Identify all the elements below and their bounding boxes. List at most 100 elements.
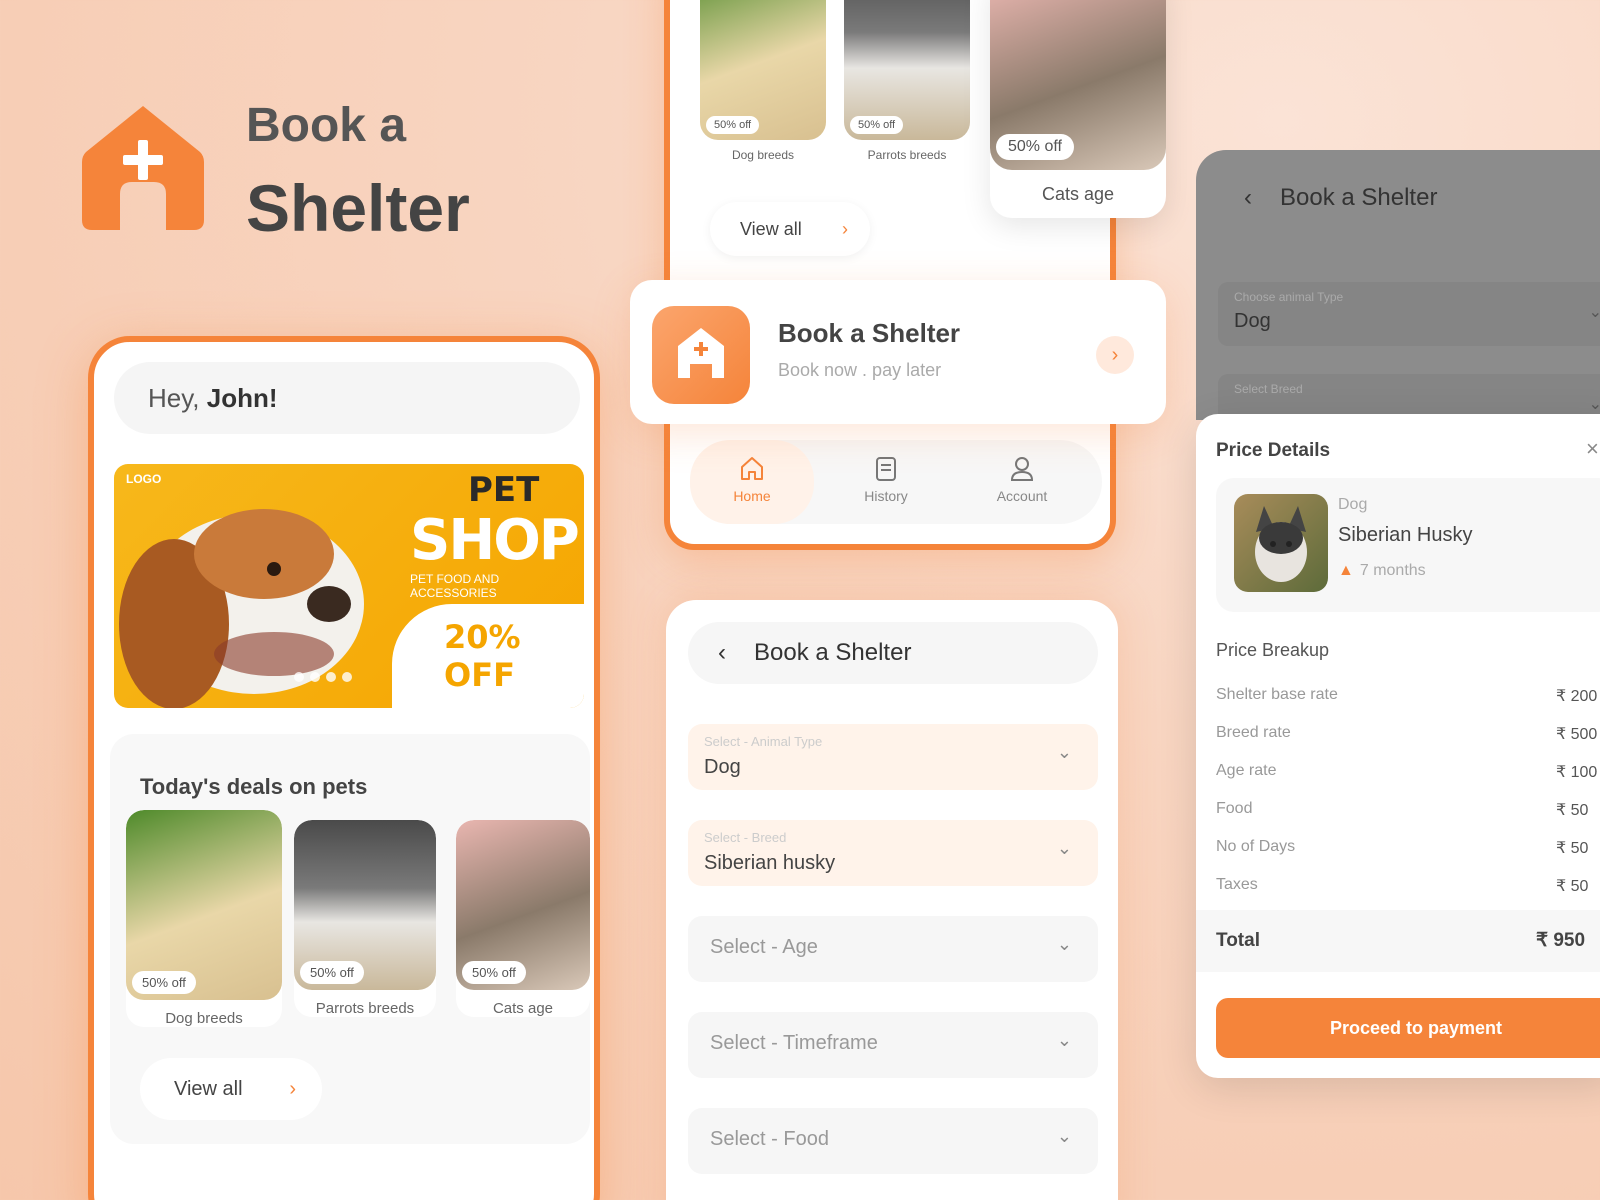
breakup-label: Breed rate bbox=[1216, 724, 1291, 741]
chevron-down-icon: ⌄ bbox=[1588, 396, 1600, 413]
total-label: Total bbox=[1216, 930, 1260, 951]
deal-card-parrot[interactable]: 50% off Parrots breeds bbox=[294, 820, 436, 1017]
shelter-card-title: Book a Shelter bbox=[778, 318, 961, 348]
chevron-right-icon: › bbox=[842, 219, 848, 239]
breakup-amount: ₹ 50 bbox=[1556, 878, 1589, 895]
deal-badge: 50% off bbox=[850, 116, 904, 134]
view-all-button[interactable]: View all › bbox=[140, 1058, 322, 1120]
view-all-label: View all bbox=[174, 1078, 243, 1100]
back-arrow-icon[interactable]: ‹ bbox=[1244, 184, 1252, 212]
deal-label: Parrots breeds bbox=[867, 148, 947, 162]
bottom-tab-bar: Home History Account bbox=[690, 440, 1102, 524]
deals-section: Today's deals on pets 50% off Dog breeds… bbox=[110, 734, 590, 1144]
house-icon bbox=[678, 328, 724, 378]
age-select[interactable]: Select - Age ⌄ bbox=[688, 916, 1098, 982]
deal-card-parrot[interactable]: 50% off Parrots breeds bbox=[844, 0, 970, 162]
tab-account[interactable]: Account bbox=[960, 440, 1084, 524]
close-icon[interactable]: × bbox=[1586, 436, 1599, 462]
breakup-row: Food ₹ 50 bbox=[1216, 800, 1600, 819]
banner-pet-text: PET bbox=[468, 470, 540, 510]
brand-title-line1: Book a bbox=[246, 99, 407, 152]
book-shelter-card[interactable]: Book a Shelter Book now . pay later › bbox=[630, 280, 1166, 424]
price-details-sheet: Price Details × Dog Siberian Husky ▲ 7 mo… bbox=[1196, 414, 1600, 1078]
breakup-row: Breed rate ₹ 500 bbox=[1216, 724, 1600, 743]
puppy-image: 50% off bbox=[700, 0, 826, 140]
breakup-row: Shelter base rate ₹ 200 bbox=[1216, 686, 1600, 705]
banner-subtitle: PET FOOD AND ACCESSORIES bbox=[410, 572, 500, 600]
field-placeholder: Select - Timeframe bbox=[710, 1032, 878, 1054]
parrot-image: 50% off bbox=[294, 820, 436, 990]
deal-label: Cats age bbox=[1041, 184, 1115, 204]
tab-history[interactable]: History bbox=[824, 440, 948, 524]
breakup-amount: ₹ 50 bbox=[1556, 840, 1589, 857]
deal-card-dog[interactable]: 50% off Dog breeds bbox=[700, 0, 826, 162]
field-value: Dog bbox=[1234, 310, 1271, 332]
deal-card-cat[interactable]: 50% off Cats age bbox=[456, 820, 590, 1017]
food-select[interactable]: Select - Food ⌄ bbox=[688, 1108, 1098, 1174]
price-breakup-title: Price Breakup bbox=[1216, 640, 1330, 660]
animal-type-select[interactable]: Choose animal Type Dog ⌄ bbox=[1218, 282, 1600, 346]
field-value: Dog bbox=[704, 756, 741, 778]
animal-type-select[interactable]: Select - Animal Type Dog ⌄ bbox=[688, 724, 1098, 790]
chevron-down-icon: ⌄ bbox=[1056, 742, 1072, 762]
home-icon bbox=[741, 457, 763, 480]
form-title: Book a Shelter bbox=[754, 639, 912, 666]
back-arrow-icon[interactable]: ‹ bbox=[718, 622, 726, 684]
tab-label: History bbox=[864, 488, 908, 504]
breakup-label: No of Days bbox=[1216, 838, 1296, 855]
greeting-bar: Hey, John! bbox=[114, 362, 580, 434]
chevron-down-icon: ⌄ bbox=[1056, 1030, 1072, 1050]
deal-label: Cats age bbox=[492, 1000, 554, 1017]
deal-badge: 50% off bbox=[706, 116, 760, 134]
pet-age: ▲ 7 months bbox=[1338, 562, 1426, 580]
total-row: Total ₹ 950 bbox=[1196, 910, 1600, 972]
tab-label: Home bbox=[733, 488, 771, 504]
history-icon bbox=[876, 457, 896, 481]
deal-card-dog[interactable]: 50% off Dog breeds bbox=[126, 810, 282, 1027]
timeframe-select[interactable]: Select - Timeframe ⌄ bbox=[688, 1012, 1098, 1078]
greeting-name: John! bbox=[206, 383, 278, 413]
field-label: Choose animal Type bbox=[1234, 290, 1344, 304]
pet-shop-banner[interactable]: LOGO PET SHOP PET FOOD AND ACCESSORIES 2… bbox=[114, 464, 584, 708]
banner-discount: 20% OFF bbox=[444, 618, 521, 694]
chevron-down-icon: ⌄ bbox=[1056, 1126, 1072, 1146]
deal-label: Dog breeds bbox=[731, 148, 795, 162]
kitten-image: 50% off bbox=[990, 0, 1166, 170]
field-label: Select - Animal Type bbox=[704, 734, 823, 749]
tab-home[interactable]: Home bbox=[690, 440, 814, 524]
cake-icon: ▲ bbox=[1338, 562, 1354, 579]
deal-card-cat-floating[interactable]: 50% off Cats age bbox=[990, 0, 1166, 218]
greeting-prefix: Hey, bbox=[148, 383, 207, 413]
breakup-label: Taxes bbox=[1216, 876, 1258, 893]
home-screen-phone: Hey, John! LOGO PET SHOP PET FOOD AND AC… bbox=[88, 336, 600, 1200]
field-label: Select Breed bbox=[1234, 382, 1303, 396]
chevron-down-icon: ⌄ bbox=[1056, 934, 1072, 954]
proceed-to-payment-button[interactable]: Proceed to payment bbox=[1216, 998, 1600, 1058]
pet-summary-card: Dog Siberian Husky ▲ 7 months bbox=[1216, 478, 1600, 612]
chevron-down-icon: ⌄ bbox=[1588, 304, 1600, 321]
breakup-amount: ₹ 100 bbox=[1556, 764, 1598, 781]
breakup-label: Age rate bbox=[1216, 762, 1277, 779]
tab-label: Account bbox=[996, 488, 1048, 504]
brand-title-line2: Shelter bbox=[246, 171, 470, 245]
field-value: Siberian husky bbox=[704, 852, 836, 874]
chevron-right-icon[interactable]: › bbox=[1096, 336, 1134, 374]
form-header: ‹ Book a Shelter bbox=[688, 622, 1098, 684]
chevron-down-icon: ⌄ bbox=[1056, 838, 1072, 858]
breakup-amount: ₹ 500 bbox=[1556, 726, 1598, 743]
deals-title: Today's deals on pets bbox=[140, 774, 368, 799]
chevron-right-icon: › bbox=[289, 1078, 296, 1100]
deal-label: Dog breeds bbox=[165, 1010, 243, 1027]
pet-type: Dog bbox=[1338, 496, 1368, 513]
view-all-button[interactable]: View all › bbox=[710, 202, 870, 256]
field-label: Select - Breed bbox=[704, 830, 787, 845]
field-placeholder: Select - Food bbox=[710, 1128, 829, 1150]
deal-badge: 50% off bbox=[132, 971, 196, 994]
breed-select[interactable]: Select - Breed Siberian husky ⌄ bbox=[688, 820, 1098, 886]
deal-badge: 50% off bbox=[996, 134, 1074, 160]
breakup-amount: ₹ 50 bbox=[1556, 802, 1589, 819]
house-logo-icon bbox=[82, 106, 204, 230]
view-all-label: View all bbox=[740, 219, 802, 239]
breakup-label: Shelter base rate bbox=[1216, 686, 1338, 703]
husky-image bbox=[1234, 494, 1328, 592]
